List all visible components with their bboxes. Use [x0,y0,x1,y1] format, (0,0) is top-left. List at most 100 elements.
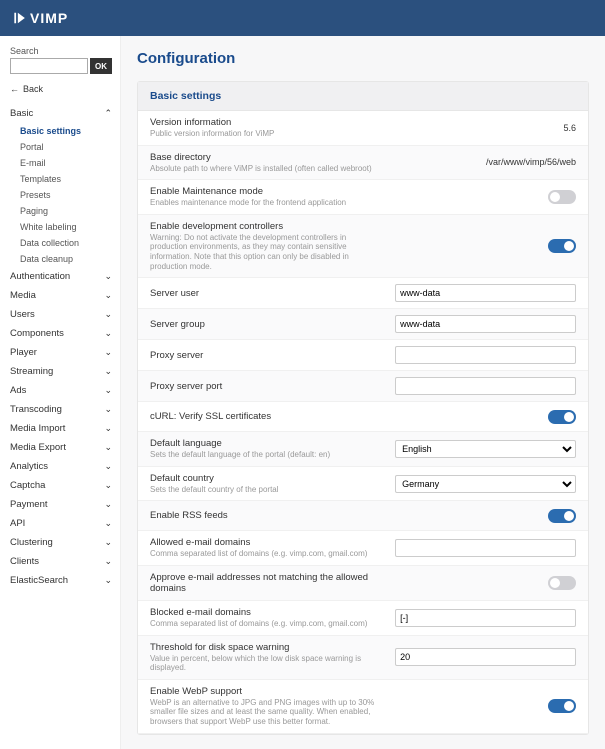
chevron-down-icon: ⌄ [104,309,112,320]
settings-panel: Basic settings Version informationPublic… [137,81,589,735]
setting-description: Value in percent, below which the low di… [150,654,385,673]
chevron-down-icon: ⌄ [104,575,112,586]
setting-input[interactable] [395,648,576,666]
sidebar-item-basic-settings[interactable]: Basic settings [20,123,112,139]
setting-toggle[interactable] [548,576,576,590]
search-label: Search [10,46,112,56]
main-content: Configuration Basic settings Version inf… [120,36,605,749]
nav-captcha[interactable]: Captcha⌄ [10,476,112,495]
sidebar-item-white-labeling[interactable]: White labeling [20,219,112,235]
nav-media-export[interactable]: Media Export⌄ [10,438,112,457]
search-ok-button[interactable]: OK [90,58,112,74]
setting-label: Allowed e-mail domains [150,537,385,548]
chevron-down-icon: ⌄ [104,290,112,301]
setting-value: 5.6 [563,123,576,133]
setting-toggle[interactable] [548,509,576,523]
nav-analytics[interactable]: Analytics⌄ [10,457,112,476]
nav-users[interactable]: Users⌄ [10,305,112,324]
setting-label: Version information [150,117,385,128]
setting-row: Default countrySets the default country … [138,467,588,502]
setting-description: Public version information for ViMP [150,129,385,139]
setting-row: Server group [138,309,588,340]
nav-transcoding[interactable]: Transcoding⌄ [10,400,112,419]
nav-streaming[interactable]: Streaming⌄ [10,362,112,381]
setting-row: Server user [138,278,588,309]
setting-row: Base directoryAbsolute path to where ViM… [138,146,588,181]
sidebar-item-data-collection[interactable]: Data collection [20,235,112,251]
setting-toggle[interactable] [548,410,576,424]
setting-description: Sets the default language of the portal … [150,450,385,460]
setting-label: Enable WebP support [150,686,385,697]
chevron-down-icon: ⌄ [104,385,112,396]
setting-row: Allowed e-mail domainsComma separated li… [138,531,588,566]
setting-row: Enable WebP supportWebP is an alternativ… [138,680,588,734]
setting-select[interactable]: Germany [395,475,576,493]
setting-row: Proxy server port [138,371,588,402]
nav-clustering[interactable]: Clustering⌄ [10,533,112,552]
back-link[interactable]: ← Back [10,84,112,94]
nav-player[interactable]: Player⌄ [10,343,112,362]
setting-label: Default language [150,438,385,449]
setting-description: Warning: Do not activate the development… [150,233,385,271]
setting-description: Enables maintenance mode for the fronten… [150,198,385,208]
nav-components[interactable]: Components⌄ [10,324,112,343]
sidebar: Search OK ← Back Basic ⌃ Basic settingsP… [0,36,120,749]
arrow-left-icon: ← [10,84,19,94]
setting-toggle[interactable] [548,699,576,713]
setting-label: Enable RSS feeds [150,510,385,521]
setting-label: Server user [150,288,385,299]
chevron-down-icon: ⌄ [104,518,112,529]
chevron-down-icon: ⌄ [104,366,112,377]
sidebar-item-paging[interactable]: Paging [20,203,112,219]
setting-label: Base directory [150,152,385,163]
setting-row: Blocked e-mail domainsComma separated li… [138,601,588,636]
nav-media[interactable]: Media⌄ [10,286,112,305]
sidebar-item-data-cleanup[interactable]: Data cleanup [20,251,112,267]
brand-logo[interactable]: VIMP [12,10,68,26]
setting-toggle[interactable] [548,190,576,204]
setting-label: Server group [150,319,385,330]
setting-row: Version informationPublic version inform… [138,111,588,146]
nav-basic[interactable]: Basic ⌃ [10,104,112,123]
setting-label: Blocked e-mail domains [150,607,385,618]
setting-label: Approve e-mail addresses not matching th… [150,572,385,594]
nav-media-import[interactable]: Media Import⌄ [10,419,112,438]
sidebar-item-portal[interactable]: Portal [20,139,112,155]
setting-select[interactable]: English [395,440,576,458]
setting-row: Default languageSets the default languag… [138,432,588,467]
setting-input[interactable] [395,346,576,364]
setting-row: Enable development controllersWarning: D… [138,215,588,278]
setting-row: Proxy server [138,340,588,371]
nav-clients[interactable]: Clients⌄ [10,552,112,571]
nav-api[interactable]: API⌄ [10,514,112,533]
nav-payment[interactable]: Payment⌄ [10,495,112,514]
chevron-down-icon: ⌄ [104,328,112,339]
sidebar-item-e-mail[interactable]: E-mail [20,155,112,171]
setting-row: Threshold for disk space warningValue in… [138,636,588,680]
setting-label: Proxy server port [150,381,385,392]
sidebar-item-presets[interactable]: Presets [20,187,112,203]
setting-input[interactable] [395,315,576,333]
setting-description: WebP is an alternative to JPG and PNG im… [150,698,385,727]
brand-text: VIMP [30,10,68,26]
nav-elasticsearch[interactable]: ElasticSearch⌄ [10,571,112,590]
chevron-down-icon: ⌄ [104,347,112,358]
setting-input[interactable] [395,539,576,557]
setting-description: Absolute path to where ViMP is installed… [150,164,385,174]
topbar: VIMP [0,0,605,36]
setting-input[interactable] [395,377,576,395]
setting-toggle[interactable] [548,239,576,253]
setting-input[interactable] [395,609,576,627]
setting-label: Threshold for disk space warning [150,642,385,653]
nav-authentication[interactable]: Authentication⌄ [10,267,112,286]
setting-description: Comma separated list of domains (e.g. vi… [150,619,385,629]
chevron-down-icon: ⌄ [104,537,112,548]
setting-label: Proxy server [150,350,385,361]
nav-ads[interactable]: Ads⌄ [10,381,112,400]
sidebar-item-templates[interactable]: Templates [20,171,112,187]
setting-label: cURL: Verify SSL certificates [150,411,385,422]
setting-input[interactable] [395,284,576,302]
search-input[interactable] [10,58,88,74]
chevron-down-icon: ⌄ [104,480,112,491]
setting-description: Comma separated list of domains (e.g. vi… [150,549,385,559]
